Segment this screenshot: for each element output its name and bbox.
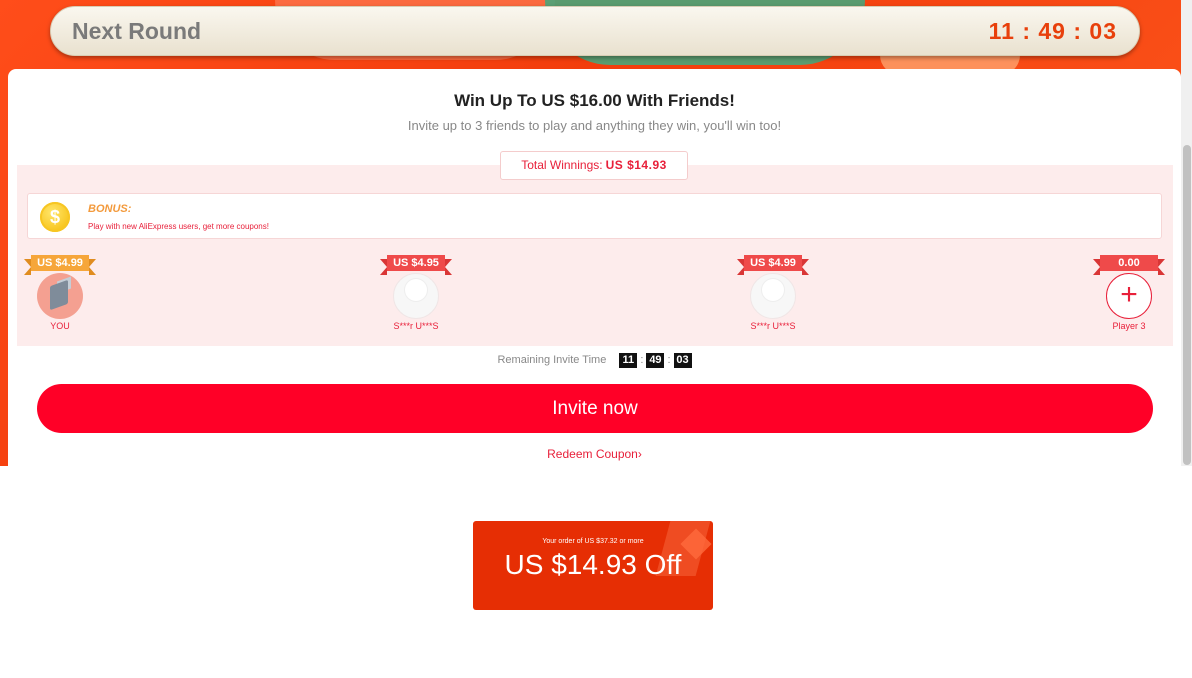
plus-icon[interactable]: + xyxy=(1106,273,1152,319)
redeem-coupon-label: Redeem Coupon xyxy=(547,447,638,461)
avatar xyxy=(37,273,83,319)
player-name: S***r U***S xyxy=(750,321,796,331)
player-slot-empty[interactable]: 0.00 + Player 3 xyxy=(1089,255,1169,331)
invite-now-button[interactable]: Invite now xyxy=(37,384,1153,433)
bonus-banner: $ BONUS: Play with new AliExpress users,… xyxy=(27,193,1162,239)
scrollbar-thumb[interactable] xyxy=(1183,145,1191,465)
timer-seconds: 03 xyxy=(673,353,692,368)
player-amount-ribbon: 0.00 xyxy=(1093,255,1165,275)
player-slot-friend-1: US $4.95 S***r U***S xyxy=(376,255,456,331)
card-subtitle: Invite up to 3 friends to play and anyth… xyxy=(407,118,782,133)
timer-minutes: 49 xyxy=(646,353,665,368)
player-slot-friend-2: US $4.99 S***r U***S xyxy=(733,255,813,331)
coupon-card: Your order of US $37.32 or more US $14.9… xyxy=(473,521,713,610)
remaining-invite-time: Remaining Invite Time 11:49:03 xyxy=(8,353,1181,368)
total-winnings-box: Total Winnings: US $14.93 xyxy=(500,151,688,180)
coin-icon: $ xyxy=(40,202,70,232)
player-amount-ribbon: US $4.99 xyxy=(737,255,809,275)
next-round-timer: 11 : 49 : 03 xyxy=(988,18,1117,44)
player-name: Player 3 xyxy=(1112,321,1146,331)
remaining-time-label: Remaining Invite Time xyxy=(497,354,607,366)
next-round-bar: Next Round 11 : 49 : 03 xyxy=(50,6,1140,56)
player-name: S***r U***S xyxy=(393,321,439,331)
avatar xyxy=(393,273,439,319)
player-name: YOU xyxy=(50,321,70,331)
redeem-coupon-link[interactable]: Redeem Coupon› xyxy=(8,447,1181,461)
avatar xyxy=(750,273,796,319)
player-slot-you: US $4.99 YOU xyxy=(20,255,100,331)
total-winnings-label: Total Winnings: xyxy=(521,158,603,172)
bonus-text: Play with new AliExpress users, get more… xyxy=(88,222,269,231)
total-winnings-value: US $14.93 xyxy=(605,158,667,172)
coupon-amount: US $14.93 Off xyxy=(504,549,682,580)
player-amount-ribbon: US $4.95 xyxy=(380,255,452,275)
timer-hours: 11 xyxy=(619,353,638,368)
chevron-right-icon: › xyxy=(637,447,642,461)
bonus-label: BONUS: xyxy=(88,203,132,215)
coupon-condition: Your order of US $37.32 or more xyxy=(542,538,644,545)
next-round-title: Next Round xyxy=(72,18,202,44)
invite-card: Win Up To US $16.00 With Friends! Invite… xyxy=(8,69,1181,466)
card-title: Win Up To US $16.00 With Friends! xyxy=(454,91,735,110)
player-amount-ribbon: US $4.99 xyxy=(24,255,96,275)
